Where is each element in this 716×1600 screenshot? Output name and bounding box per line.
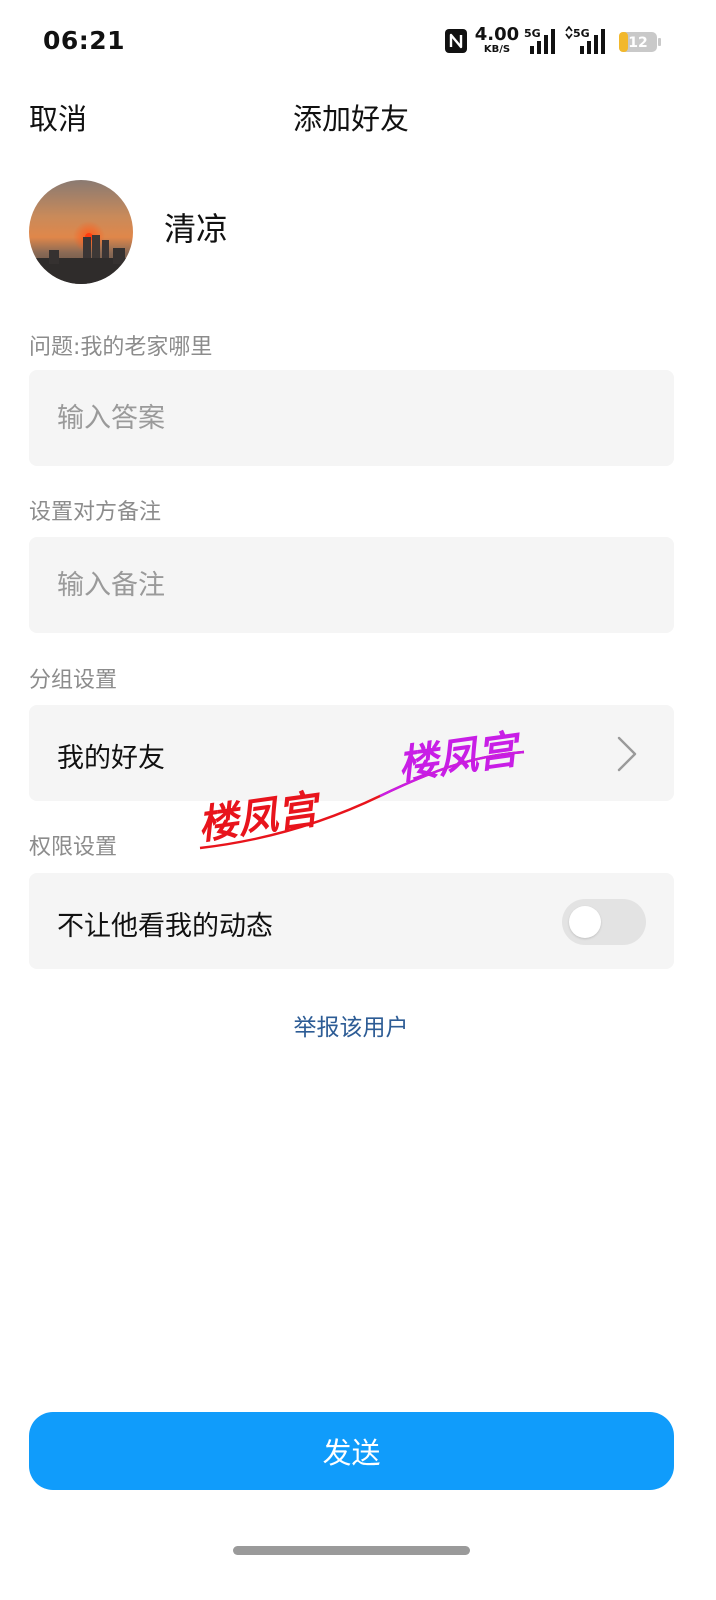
remark-field-container xyxy=(29,537,674,633)
permission-label: 权限设置 xyxy=(29,835,118,860)
hide-moments-toggle[interactable] xyxy=(562,899,646,945)
status-time: 06:21 xyxy=(43,26,126,55)
question-label: 问题:我的老家哪里 xyxy=(29,335,213,360)
group-label: 分组设置 xyxy=(29,668,118,693)
net-speed-value: 4.00 xyxy=(474,24,520,45)
group-selected-value: 我的好友 xyxy=(57,743,165,774)
report-user-link[interactable]: 举报该用户 xyxy=(0,1008,702,1042)
nickname: 清凉 xyxy=(164,210,229,248)
remark-label: 设置对方备注 xyxy=(29,500,162,525)
chevron-right-icon xyxy=(617,736,637,772)
answer-input[interactable] xyxy=(57,370,637,466)
status-icons: 4.00 KB/S 5G 5G 12 xyxy=(440,24,670,60)
signal1-label: 5G xyxy=(524,27,541,40)
net-speed-unit: KB/S xyxy=(483,44,511,55)
home-indicator[interactable] xyxy=(233,1546,470,1555)
send-button[interactable]: 发送 xyxy=(29,1412,674,1490)
battery-level: 12 xyxy=(628,35,647,51)
battery-icon: 12 xyxy=(619,32,661,52)
signal2-label: 5G xyxy=(573,27,590,40)
signal-icon: 5G xyxy=(565,26,605,54)
page-title: 添加好友 xyxy=(292,102,409,136)
signal-icon: 5G xyxy=(524,27,555,54)
avatar[interactable] xyxy=(29,180,133,284)
permission-row: 不让他看我的动态 xyxy=(29,873,674,969)
net-speed: 4.00 KB/S xyxy=(474,26,520,55)
group-selector[interactable]: 我的好友 xyxy=(29,705,674,801)
toggle-knob xyxy=(569,906,601,938)
avatar-image xyxy=(29,180,133,284)
hide-moments-label: 不让他看我的动态 xyxy=(57,911,273,942)
remark-input[interactable] xyxy=(57,537,637,633)
nfc-icon xyxy=(445,29,467,53)
answer-field-container xyxy=(29,370,674,466)
